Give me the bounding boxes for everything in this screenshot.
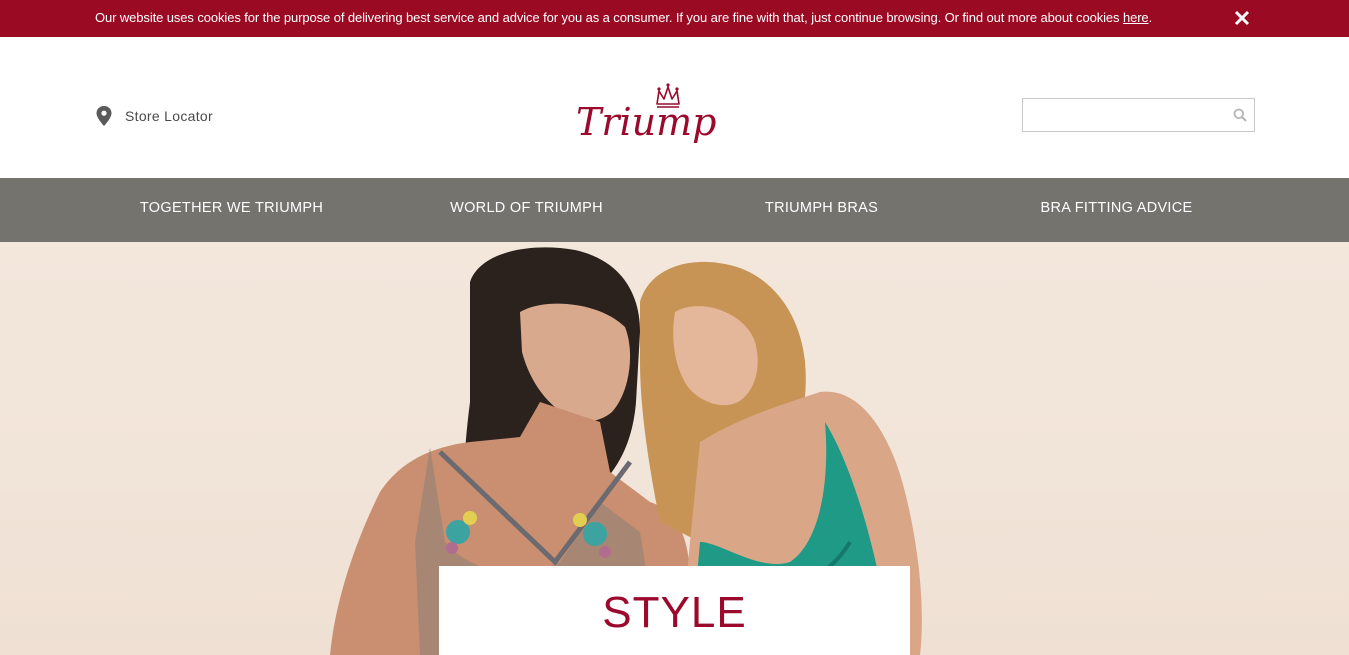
nav-item-together-we-triumph[interactable]: TOGETHER WE TRIUMPH <box>84 178 379 242</box>
cookie-message-text: Our website uses cookies for the purpose… <box>95 10 1123 25</box>
store-locator-link[interactable]: Store Locator <box>96 104 213 128</box>
triumph-logo[interactable]: Triumph <box>574 77 741 153</box>
cookie-info-link[interactable]: here <box>1123 10 1149 25</box>
nav-item-bra-fitting-advice[interactable]: BRA FITTING ADVICE <box>969 178 1264 242</box>
cookie-message: Our website uses cookies for the purpose… <box>95 10 1152 25</box>
cookie-message-suffix: . <box>1148 10 1153 25</box>
search-icon[interactable] <box>1233 108 1247 122</box>
search-input[interactable] <box>1023 99 1223 131</box>
nav-item-world-of-triumph[interactable]: WORLD OF TRIUMPH <box>379 178 674 242</box>
hero-title: STYLE <box>602 588 747 637</box>
svg-text:Triumph: Triumph <box>576 100 718 144</box>
site-header: Store Locator Triumph <box>0 37 1349 178</box>
cookie-banner: Our website uses cookies for the purpose… <box>0 0 1349 37</box>
map-pin-icon <box>96 106 112 126</box>
store-locator-label: Store Locator <box>125 108 213 124</box>
close-icon[interactable] <box>1233 9 1251 27</box>
hero-title-card: STYLE <box>439 566 910 655</box>
hero-banner: STYLE <box>0 242 1349 655</box>
main-nav: TOGETHER WE TRIUMPH WORLD OF TRIUMPH TRI… <box>0 178 1349 242</box>
search-box <box>1022 98 1255 132</box>
nav-item-triumph-bras[interactable]: TRIUMPH BRAS <box>674 178 969 242</box>
